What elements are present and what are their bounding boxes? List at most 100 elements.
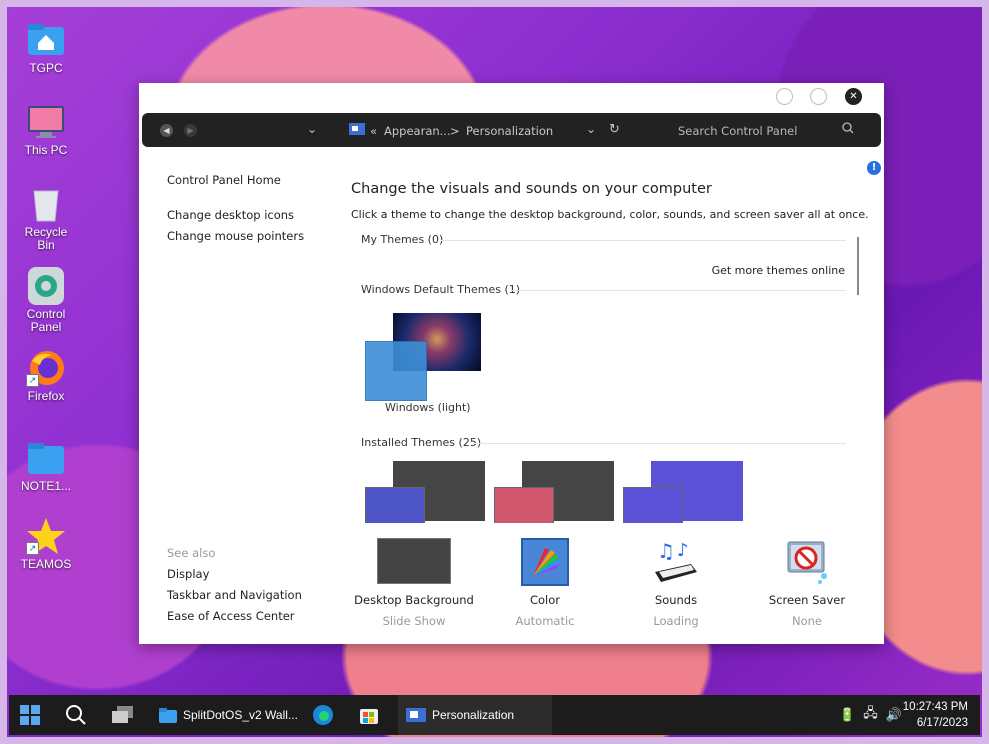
desktop-icon-label: This PC <box>24 143 68 157</box>
address-bar: ◀ ▶ ⌄ « Appearan... > Personalization ⌄ … <box>142 113 881 147</box>
desktop-icon-note[interactable]: NOTE1... <box>15 439 77 493</box>
search-input[interactable]: Search Control Panel <box>678 124 797 138</box>
svg-text:♫: ♫ <box>657 539 675 563</box>
change-desktop-icons-link[interactable]: Change desktop icons <box>167 208 304 222</box>
taskbar-app-edge[interactable] <box>312 695 334 735</box>
theme-color-swatch <box>623 487 683 523</box>
title-bar: ✕ <box>139 83 884 111</box>
divider <box>473 443 846 444</box>
sounds-setting[interactable]: ♫ ♪ Sounds Loading <box>611 538 741 628</box>
recent-pages-dropdown-icon[interactable]: ⌄ <box>307 122 317 136</box>
taskbar: SplitDotOS_v2 Wall... Personalization 🔋 … <box>9 695 980 735</box>
setting-label: Sounds <box>654 593 698 607</box>
desktop-icon-recycle-bin[interactable]: Recycle Bin <box>15 185 77 252</box>
screen-saver-icon <box>742 538 872 588</box>
clock[interactable]: 10:27:43 PM 6/17/2023 <box>903 699 968 731</box>
theme-name: Windows (light) <box>385 401 471 414</box>
desktop-icon-firefox[interactable]: ↗ Firefox <box>15 349 77 403</box>
breadcrumb-separator: > <box>450 124 460 138</box>
personalization-window: ✕ ◀ ▶ ⌄ « Appearan... > Personalization … <box>139 83 884 644</box>
setting-label: Desktop Background <box>354 593 474 607</box>
address-dropdown-icon[interactable]: ⌄ <box>586 122 596 136</box>
theme-color-swatch <box>365 341 427 401</box>
theme-windows-light[interactable] <box>365 313 485 413</box>
page-title: Change the visuals and sounds on your co… <box>351 181 712 197</box>
scrollbar[interactable] <box>857 237 859 295</box>
start-button[interactable] <box>19 695 41 735</box>
volume-icon[interactable]: 🔊 <box>886 708 902 723</box>
breadcrumb-appearance[interactable]: Appearan... <box>384 124 451 138</box>
minimize-button[interactable] <box>776 88 793 105</box>
recycle-bin-icon <box>26 185 66 223</box>
maximize-button[interactable] <box>810 88 827 105</box>
installed-theme[interactable] <box>494 461 616 523</box>
folder-icon <box>26 439 66 477</box>
taskbar-app-store[interactable] <box>358 695 380 735</box>
installed-theme[interactable] <box>365 461 487 523</box>
search-icon[interactable] <box>842 122 854 137</box>
installed-theme[interactable] <box>623 461 745 523</box>
installed-themes-header: Installed Themes (25) <box>361 436 482 449</box>
network-icon[interactable]: 🖧 <box>863 704 878 726</box>
desktop-icon-label: Recycle Bin <box>24 225 68 252</box>
battery-icon[interactable]: 🔋 <box>839 708 855 723</box>
get-more-themes-link[interactable]: Get more themes online <box>712 264 845 277</box>
desktop-icon-tgpc[interactable]: TGPC <box>15 21 77 75</box>
breadcrumb-overflow[interactable]: « <box>370 124 377 138</box>
setting-value: Loading <box>653 614 699 628</box>
desktop-icon-label: Control Panel <box>26 307 66 334</box>
divider <box>511 290 846 291</box>
taskbar-app-label: Personalization <box>432 708 515 722</box>
svg-text:♪: ♪ <box>677 540 689 561</box>
shortcut-arrow-icon: ↗ <box>26 542 39 555</box>
search-icon <box>66 705 86 725</box>
color-setting[interactable]: Color Automatic <box>480 538 610 628</box>
see-also: See also Display Taskbar and Navigation … <box>167 546 302 630</box>
search-button[interactable] <box>65 695 87 735</box>
setting-label: Screen Saver <box>768 593 846 607</box>
taskbar-app-personalization[interactable]: Personalization <box>398 695 552 735</box>
taskbar-app-explorer[interactable]: SplitDotOS_v2 Wall... <box>149 695 301 735</box>
my-themes-header: My Themes (0) <box>361 233 444 246</box>
breadcrumb-personalization[interactable]: Personalization <box>466 124 553 138</box>
change-mouse-pointers-link[interactable]: Change mouse pointers <box>167 229 304 243</box>
task-view-button[interactable] <box>111 695 135 735</box>
divider <box>441 240 846 241</box>
desktop-icon-control-panel[interactable]: Control Panel <box>15 267 77 334</box>
desktop: TGPC This PC Recycle Bin Control Panel ↗… <box>7 7 982 737</box>
monitor-icon <box>26 103 66 141</box>
info-icon[interactable]: ! <box>867 161 881 175</box>
time: 10:27:43 PM <box>902 701 968 713</box>
control-panel-home-link[interactable]: Control Panel Home <box>167 173 304 187</box>
refresh-icon[interactable]: ↻ <box>609 122 620 137</box>
folder-icon <box>159 708 177 723</box>
desktop-icon-teamos[interactable]: ↗ TEAMOS <box>15 517 77 571</box>
taskbar-app-label: SplitDotOS_v2 Wall... <box>183 708 298 722</box>
control-panel-icon <box>349 122 365 139</box>
ease-of-access-link[interactable]: Ease of Access Center <box>167 609 302 623</box>
back-button[interactable]: ◀ <box>160 124 173 137</box>
desktop-background-setting[interactable]: Desktop Background Slide Show <box>349 538 479 628</box>
themes-list: My Themes (0) Get more themes online Win… <box>351 231 869 523</box>
desktop-icon-label: Firefox <box>27 389 65 403</box>
store-icon <box>360 709 378 724</box>
setting-value: Automatic <box>515 614 575 628</box>
sounds-icon: ♫ ♪ <box>611 538 741 588</box>
home-folder-icon <box>26 21 66 59</box>
shortcut-arrow-icon: ↗ <box>26 374 39 387</box>
theme-color-swatch <box>365 487 425 523</box>
desktop-icon-label: TEAMOS <box>20 557 72 571</box>
desktop-background-icon <box>377 538 451 584</box>
desktop-icon-label: TGPC <box>29 61 63 75</box>
taskbar-navigation-link[interactable]: Taskbar and Navigation <box>167 588 302 602</box>
forward-button[interactable]: ▶ <box>184 124 197 137</box>
edge-icon <box>313 705 333 725</box>
screen-saver-setting[interactable]: Screen Saver None <box>742 538 872 628</box>
date: 6/17/2023 <box>916 717 968 729</box>
left-navigation: Control Panel Home Change desktop icons … <box>167 173 304 250</box>
display-link[interactable]: Display <box>167 567 302 581</box>
desktop-icon-label: NOTE1... <box>20 479 71 493</box>
personalization-icon <box>406 708 426 722</box>
close-button[interactable]: ✕ <box>845 88 862 105</box>
desktop-icon-this-pc[interactable]: This PC <box>15 103 77 157</box>
